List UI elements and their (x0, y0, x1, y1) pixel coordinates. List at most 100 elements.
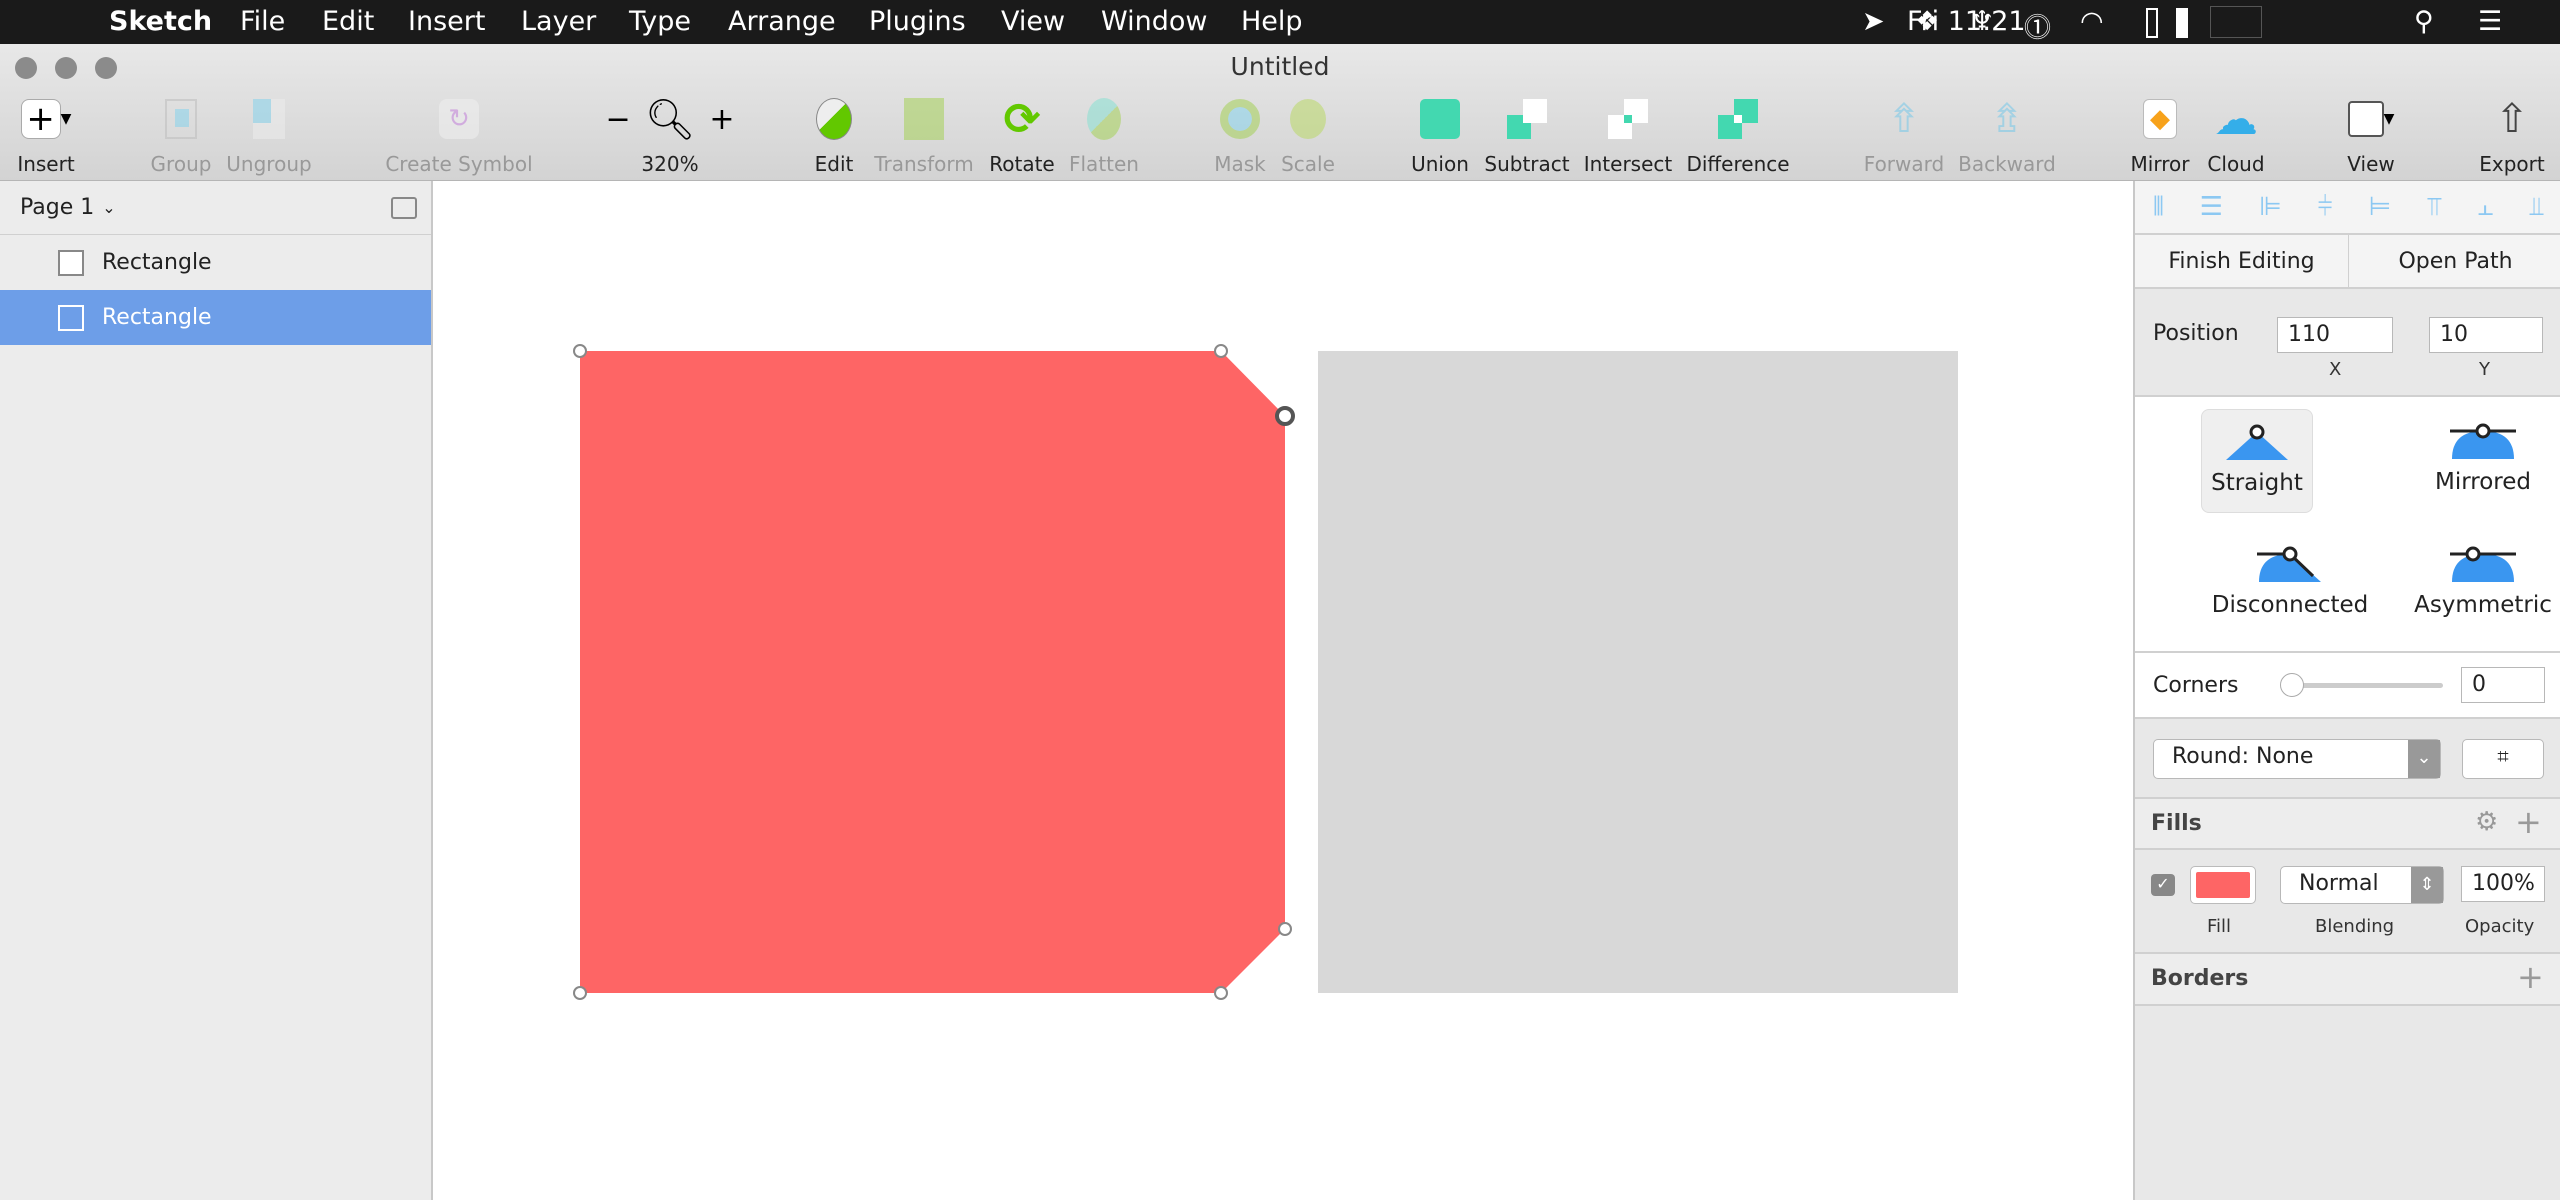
page-selector[interactable]: Page 1 ⌄ (0, 181, 431, 235)
point-type-mirrored[interactable]: Mirrored (2388, 419, 2560, 495)
menu-layer[interactable]: Layer (521, 6, 596, 37)
insert-button[interactable]: + ▼ Insert (0, 92, 121, 176)
scale-button[interactable]: Scale (1233, 92, 1383, 176)
borders-header: Borders + (2135, 954, 2560, 1006)
create-symbol-button[interactable]: ↻ Create Symbol (384, 92, 534, 176)
clock[interactable]: Fri 11:21 (1907, 6, 2026, 37)
menu-help[interactable]: Help (1241, 6, 1303, 37)
vertex-handle[interactable] (573, 344, 587, 358)
align-center-icon[interactable]: ⫩ (2318, 192, 2333, 223)
difference-button[interactable]: Difference (1663, 92, 1813, 176)
plus-icon: + (20, 99, 61, 139)
slider-thumb[interactable] (2280, 673, 2304, 697)
spotlight-icon[interactable]: ⚲ (2414, 6, 2434, 37)
vertex-handle[interactable] (1214, 344, 1228, 358)
align-middle-icon[interactable]: ⫠ (2478, 192, 2494, 223)
transform-icon (904, 98, 944, 140)
flatten-corners-button[interactable]: ⌗ (2462, 739, 2544, 779)
add-border-button[interactable]: + (2517, 958, 2544, 996)
align-toolbar: ⫴ ☰ ⊫ ⫩ ⊨ ⫪ ⫠ ⫫ (2135, 181, 2560, 235)
fill-color-well[interactable] (2190, 866, 2256, 904)
group-icon (165, 99, 197, 139)
vertex-handle[interactable] (1278, 922, 1292, 936)
x-input[interactable]: 110 (2277, 317, 2393, 353)
vertex-handle-selected[interactable] (1275, 406, 1295, 426)
backward-icon: ⇯ (1990, 96, 2024, 142)
y-input[interactable]: 10 (2429, 317, 2543, 353)
subtract-icon (1507, 99, 1547, 139)
fill-checkbox[interactable]: ✓ (2151, 874, 2175, 896)
menu-app[interactable]: Sketch (109, 6, 212, 37)
menu-type[interactable]: Type (629, 6, 691, 37)
cpu-graph-icon[interactable] (2210, 6, 2262, 38)
point-type-straight[interactable]: Straight (2201, 409, 2313, 513)
align-left-icon[interactable]: ⊫ (2259, 192, 2282, 222)
align-bottom-icon[interactable]: ⫫ (2529, 192, 2544, 223)
corners-section: Corners 0 (2135, 653, 2560, 719)
layer-row[interactable]: Rectangle (0, 290, 431, 345)
zoom-control[interactable]: − 🔍︎ +320% (570, 92, 770, 177)
round-section: Round: None ⌄ ⌗ (2135, 719, 2560, 799)
vertex-handle[interactable] (573, 986, 587, 1000)
flatten-button[interactable]: Flatten (1029, 92, 1179, 176)
rectangle-icon (58, 304, 84, 331)
battery-icon[interactable] (2146, 8, 2158, 38)
menu-bar: Sketch File Edit Insert Layer Type Arran… (0, 0, 2560, 44)
scale-icon (1290, 99, 1326, 139)
ungroup-button[interactable]: Ungroup (194, 92, 344, 176)
point-type-asymmetric[interactable]: Asymmetric (2388, 542, 2560, 618)
difference-icon (1718, 99, 1758, 139)
view-layout-icon (2347, 101, 2384, 137)
edit-icon (816, 98, 852, 140)
zoom-out-button[interactable]: − (605, 102, 630, 137)
zoom-in-button[interactable]: + (709, 102, 734, 137)
distribute-vertical-icon[interactable]: ☰ (2200, 192, 2223, 222)
export-button[interactable]: ⇧ Export (2437, 92, 2560, 176)
location-icon[interactable]: ➤ (1862, 6, 1885, 37)
edited-rectangle[interactable] (580, 351, 1285, 993)
menu-insert[interactable]: Insert (408, 6, 485, 37)
canvas[interactable] (435, 181, 2133, 1200)
add-fill-button[interactable]: + (2515, 803, 2542, 841)
point-type-disconnected[interactable]: Disconnected (2195, 542, 2385, 618)
finish-editing-button[interactable]: Finish Editing (2135, 235, 2349, 287)
view-button[interactable]: ▼ View (2296, 92, 2446, 176)
cloud-button[interactable]: ☁ Cloud (2161, 92, 2311, 177)
corners-slider[interactable] (2283, 683, 2443, 688)
battery-icon[interactable] (2176, 8, 2188, 38)
align-top-icon[interactable]: ⫪ (2427, 192, 2442, 223)
backward-button[interactable]: ⇯ Backward (1932, 92, 2082, 176)
distribute-horizontal-icon[interactable]: ⫴ (2153, 192, 2164, 223)
wifi-icon[interactable]: ◠ (2080, 6, 2104, 37)
rectangle-icon (58, 249, 84, 276)
open-path-button[interactable]: Open Path (2349, 235, 2560, 287)
corners-input[interactable]: 0 (2461, 667, 2545, 703)
round-select[interactable]: Round: None ⌄ (2153, 739, 2441, 779)
vertex-handle[interactable] (1214, 986, 1228, 1000)
ungroup-icon (253, 99, 285, 139)
menu-edit[interactable]: Edit (322, 6, 374, 37)
menu-plugins[interactable]: Plugins (869, 6, 966, 37)
intersect-icon (1608, 99, 1648, 139)
toolbar: Untitled + ▼ Insert Group Ungroup ↻ Create … (0, 44, 2560, 181)
layers-sidebar: Page 1 ⌄ Rectangle Rectangle (0, 181, 433, 1200)
layer-row[interactable]: Rectangle (0, 235, 431, 290)
fill-row: ✓ Normal ⇕ 100% Fill Blending Opacity (2135, 850, 2560, 954)
inspector: ⫴ ☰ ⊫ ⫩ ⊨ ⫪ ⫠ ⫫ Finish Editing Open Path Positi… (2133, 181, 2560, 1200)
opacity-input[interactable]: 100% (2461, 866, 2545, 902)
flatten-icon (1087, 98, 1121, 140)
align-right-icon[interactable]: ⊨ (2368, 192, 2391, 222)
notification-center-icon[interactable]: ☰ (2478, 6, 2502, 37)
pages-toggle-icon[interactable] (391, 197, 417, 219)
symbol-icon: ↻ (439, 99, 479, 139)
menu-arrange[interactable]: Arrange (728, 6, 836, 37)
gear-icon[interactable]: ⚙ (2475, 807, 2498, 837)
blending-select[interactable]: Normal ⇕ (2280, 866, 2444, 904)
point-type-section: Straight Mirrored Disconnected Asymmetri… (2135, 397, 2560, 653)
rectangle[interactable] (1318, 351, 1958, 993)
menu-file[interactable]: File (240, 6, 285, 37)
menu-view[interactable]: View (1001, 6, 1065, 37)
password-icon[interactable]: ⓵ (2024, 6, 2051, 45)
fills-header: Fills ⚙ + (2135, 799, 2560, 850)
menu-window[interactable]: Window (1101, 6, 1207, 37)
